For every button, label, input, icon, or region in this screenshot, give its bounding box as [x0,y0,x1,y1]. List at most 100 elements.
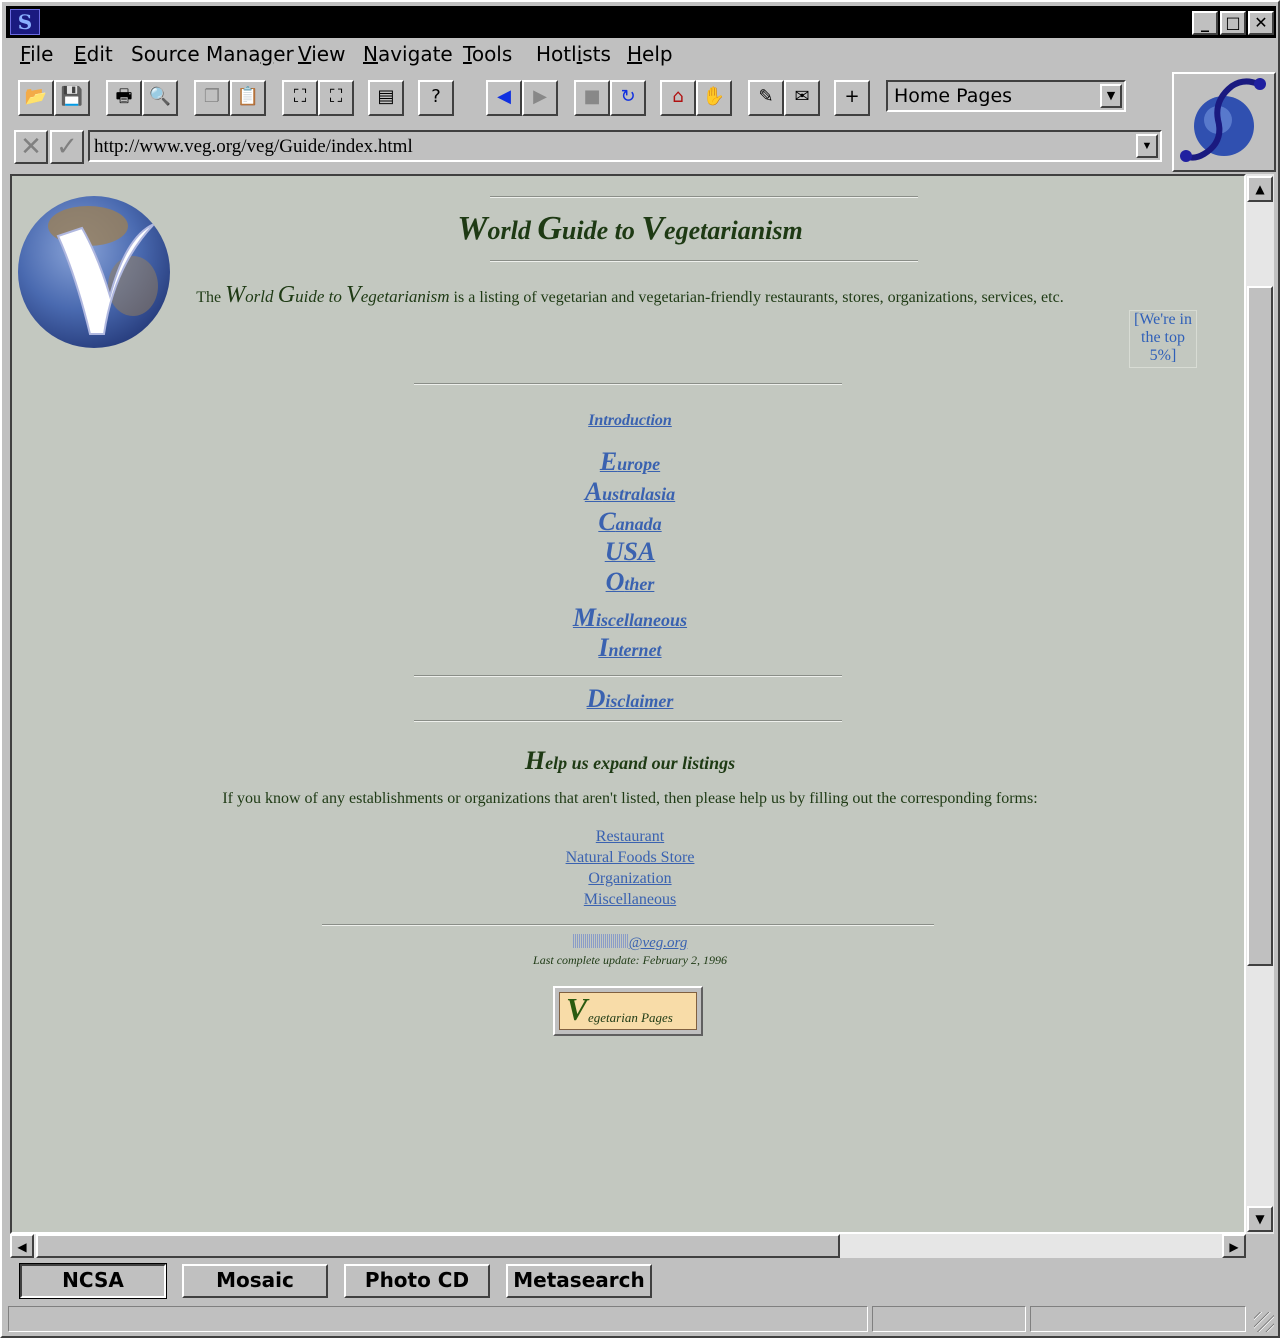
paste-icon[interactable]: 📋 [230,80,266,116]
document-source-icon[interactable]: ▤ [368,80,404,116]
menu-source-manager[interactable]: Source Manager [131,42,294,66]
divider [414,720,842,722]
divider [322,924,934,926]
disclaimer-row: Disclaimer [12,684,1244,714]
menu-help[interactable]: Help [627,42,673,66]
cancel-url-icon[interactable]: ✕ [14,130,48,164]
toolbar: 📂 💾 🖶 🔍 ❐ 📋 ⛶ ⛶ ▤ ? ◀ ▶ ■ ↻ ⌂ ✋ ✎ ✉ + Ho… [10,72,1170,124]
misc-links: Miscellaneous Internet [12,604,1244,664]
help-heading: Help us expand our listings [524,746,736,775]
internet-link[interactable]: Internet [598,634,661,661]
form-links: Restaurant Natural Foods Store Organizat… [12,826,1244,910]
natural-foods-store-form-link[interactable]: Natural Foods Store [566,849,695,866]
resize-grip-icon[interactable] [1254,1312,1274,1332]
top5-badge-image[interactable]: [We're in the top 5%] [1129,310,1197,368]
home-pages-select[interactable]: Home Pages ▼ [886,80,1126,112]
home-pages-label: Home Pages [894,85,1013,107]
introduction-link-row: Introduction [12,412,1244,430]
last-update-text: Last complete update: February 2, 1996 [533,953,727,967]
australasia-link[interactable]: Australasia [585,478,675,505]
status-security [1030,1306,1246,1332]
vertical-scrollbar[interactable]: ▲ ▼ [1246,174,1274,1234]
minimize-button[interactable]: _ [1192,11,1218,35]
add-bookmark-icon[interactable]: + [834,80,870,116]
hotlist-photo-cd-button[interactable]: Photo CD [344,1264,490,1298]
print-icon[interactable]: 🖶 [106,80,142,116]
intro-text: The World Guide to Vegetarianism is a li… [196,282,1064,308]
forward-arrow-icon[interactable]: ▶ [522,80,558,116]
open-folder-icon[interactable]: 📂 [18,80,54,116]
obscured-username [572,934,629,948]
vegetarian-pages-logo: V egetarian Pages [559,991,697,1030]
url-text: http://www.veg.org/veg/Guide/index.html [94,136,413,157]
page-content: World Guide to Vegetarianism The World G… [10,174,1246,1234]
menu-edit[interactable]: Edit [74,42,113,66]
address-bar: ✕ ✓ http://www.veg.org/veg/Guide/index.h… [10,126,1170,170]
hotlist-bar: NCSA Mosaic Photo CD Metasearch [10,1260,1274,1300]
canada-link[interactable]: Canada [598,508,661,535]
scroll-down-icon[interactable]: ▼ [1247,1206,1273,1232]
usa-link[interactable]: USA [605,538,656,565]
divider [414,383,842,385]
hand-icon[interactable]: ✋ [696,80,732,116]
introduction-link[interactable]: Introduction [588,412,672,429]
region-links: Europe Australasia Canada USA Other [12,448,1244,598]
mail-icon[interactable]: ✉ [784,80,820,116]
close-button[interactable]: ✕ [1248,11,1274,35]
miscellaneous-form-link[interactable]: Miscellaneous [584,891,676,908]
email-link[interactable]: @veg.org [572,934,687,951]
menu-bar: File Edit Source Manager View Navigate T… [10,38,1010,70]
home-icon[interactable]: ⌂ [660,80,696,116]
divider [414,675,842,677]
scroll-left-icon[interactable]: ◀ [10,1234,34,1258]
miscellaneous-link[interactable]: Miscellaneous [573,604,687,631]
hotlist-icon[interactable]: ✎ [748,80,784,116]
find-next-icon[interactable]: ⛶ [318,80,354,116]
contact-email: @veg.org [12,934,1244,952]
hotlist-metasearch-button[interactable]: Metasearch [506,1264,652,1298]
europe-link[interactable]: Europe [600,448,660,475]
scroll-up-icon[interactable]: ▲ [1247,176,1273,202]
restaurant-form-link[interactable]: Restaurant [596,828,664,845]
copy-icon[interactable]: ❐ [194,80,230,116]
stop-icon[interactable]: ■ [574,80,610,116]
help-question-icon[interactable]: ? [418,80,454,116]
maximize-button[interactable]: □ [1220,11,1246,35]
save-disk-icon[interactable]: 💾 [54,80,90,116]
hotlist-mosaic-button[interactable]: Mosaic [182,1264,328,1298]
hotlist-ncsa-button[interactable]: NCSA [19,1263,167,1299]
status-bar [6,1304,1276,1334]
page-title: World Guide to Vegetarianism [457,210,803,247]
top5-alt-text: [We're in the top 5%] [1133,311,1192,364]
divider [490,196,918,198]
app-logo-icon[interactable]: S [10,9,40,35]
confirm-url-icon[interactable]: ✓ [50,130,84,164]
status-message [8,1306,868,1332]
url-history-chevron-icon[interactable]: ▼ [1136,134,1158,158]
vertical-scroll-thumb[interactable] [1247,286,1273,966]
reload-icon[interactable]: ↻ [610,80,646,116]
status-progress [872,1306,1026,1332]
title-bar: S _ □ ✕ [6,6,1276,38]
menu-view[interactable]: View [298,42,345,66]
chevron-down-icon[interactable]: ▼ [1100,84,1122,108]
back-arrow-icon[interactable]: ◀ [486,80,522,116]
horizontal-scrollbar[interactable]: ◀ ▶ [10,1234,1246,1258]
print-preview-icon[interactable]: 🔍 [142,80,178,116]
scroll-right-icon[interactable]: ▶ [1222,1234,1246,1258]
other-link[interactable]: Other [606,568,655,595]
url-input[interactable]: http://www.veg.org/veg/Guide/index.html … [88,130,1162,162]
menu-navigate[interactable]: Navigate [363,42,453,66]
find-binoculars-icon[interactable]: ⛶ [282,80,318,116]
organization-form-link[interactable]: Organization [588,870,671,887]
menu-file[interactable]: File [20,42,53,66]
spinning-globe-icon [1180,78,1266,162]
divider [490,260,918,262]
help-text: If you know of any establishments or org… [222,790,1038,807]
browser-logo[interactable] [1172,72,1276,172]
menu-hotlists[interactable]: Hotlists [536,42,611,66]
vegetarian-pages-button[interactable]: V egetarian Pages [553,986,703,1036]
menu-tools[interactable]: Tools [463,42,512,66]
disclaimer-link[interactable]: Disclaimer [587,684,674,713]
horizontal-scroll-thumb[interactable] [36,1234,840,1258]
